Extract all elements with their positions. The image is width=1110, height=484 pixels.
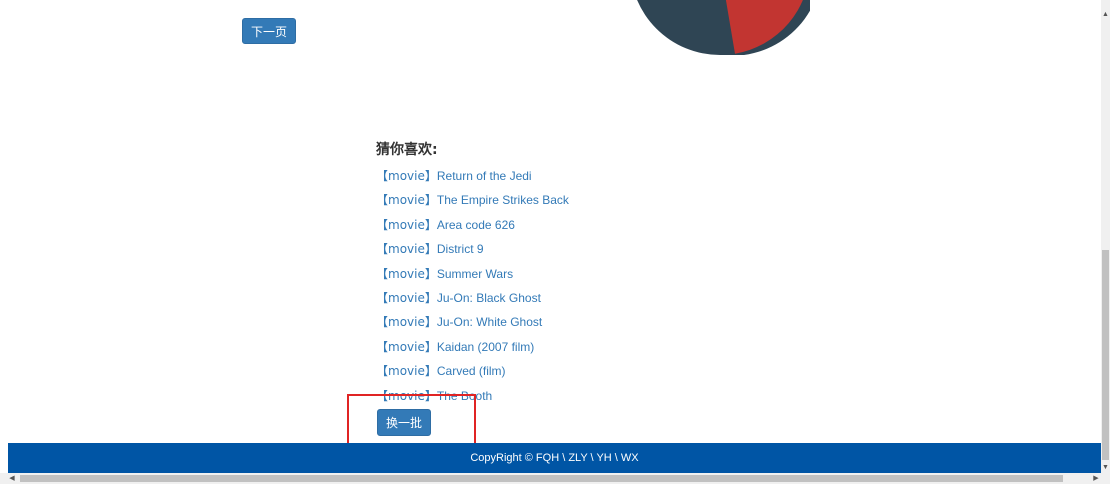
recommend-item-title[interactable]: The Booth [437,389,492,403]
recommend-item-tag: 【movie】 [376,315,437,330]
recommend-item[interactable]: 【movie】Area code 626 [376,215,569,239]
recommend-item-tag: 【movie】 [376,339,437,354]
pie-chart [637,0,810,55]
recommend-item-tag: 【movie】 [376,242,437,257]
horizontal-scroll-thumb[interactable] [20,475,1063,482]
next-page-button[interactable]: 下一页 [242,18,296,44]
recommend-item-title[interactable]: The Empire Strikes Back [437,193,569,207]
vertical-scrollbar[interactable]: ▲ ▼ [1101,0,1110,473]
recommend-section: 猜你喜欢: 【movie】Return of the Jedi 【movie】Th… [376,138,569,410]
recommend-item[interactable]: 【movie】District 9 [376,239,569,263]
scroll-up-arrow-icon[interactable]: ▲ [1101,10,1110,20]
recommend-item-tag: 【movie】 [376,266,437,281]
recommend-item-title[interactable]: Return of the Jedi [437,169,532,183]
recommend-item-tag: 【movie】 [376,388,437,403]
recommend-item[interactable]: 【movie】Ju-On: Black Ghost [376,288,569,312]
recommend-item[interactable]: 【movie】Kaidan (2007 film) [376,337,569,361]
recommend-item-title[interactable]: Carved (film) [437,364,506,378]
scroll-right-arrow-icon[interactable]: ▶ [1090,473,1102,484]
recommend-item[interactable]: 【movie】The Empire Strikes Back [376,190,569,214]
recommend-item-title[interactable]: Summer Wars [437,267,513,281]
scroll-left-arrow-icon[interactable]: ◀ [6,473,18,484]
recommend-item[interactable]: 【movie】Summer Wars [376,264,569,288]
recommend-item-tag: 【movie】 [376,217,437,232]
recommend-item-tag: 【movie】 [376,290,437,305]
vertical-scroll-thumb[interactable] [1102,250,1109,460]
recommend-title: 猜你喜欢: [376,142,438,158]
recommend-item[interactable]: 【movie】The Booth [376,386,569,410]
recommend-item-title[interactable]: Area code 626 [437,218,515,232]
recommend-item-title[interactable]: Ju-On: White Ghost [437,315,542,329]
recommend-item[interactable]: 【movie】Ju-On: White Ghost [376,312,569,336]
footer: CopyRight © FQH \ ZLY \ YH \ WX [8,443,1101,473]
recommend-item-tag: 【movie】 [376,169,437,183]
recommend-list: 【movie】Return of the Jedi 【movie】The Empi… [376,166,569,410]
recommend-item[interactable]: 【movie】Carved (film) [376,361,569,385]
recommend-item-tag: 【movie】 [376,193,437,208]
footer-copyright: CopyRight © FQH \ ZLY \ YH \ WX [470,452,639,464]
refresh-batch-button[interactable]: 换一批 [377,409,431,436]
horizontal-scrollbar[interactable]: ◀ ▶ [0,473,1110,484]
recommend-item-title[interactable]: Ju-On: Black Ghost [437,291,541,305]
recommend-item-title[interactable]: District 9 [437,242,484,256]
recommend-item[interactable]: 【movie】Return of the Jedi [376,166,569,190]
page: 下一页 猜你喜欢: 【movie】Return of the Jedi 【movi… [0,0,1101,473]
pie-slice-dark-left [637,0,720,55]
recommend-item-tag: 【movie】 [376,364,437,379]
scroll-down-arrow-icon[interactable]: ▼ [1101,463,1110,473]
recommend-item-title[interactable]: Kaidan (2007 film) [437,340,534,354]
